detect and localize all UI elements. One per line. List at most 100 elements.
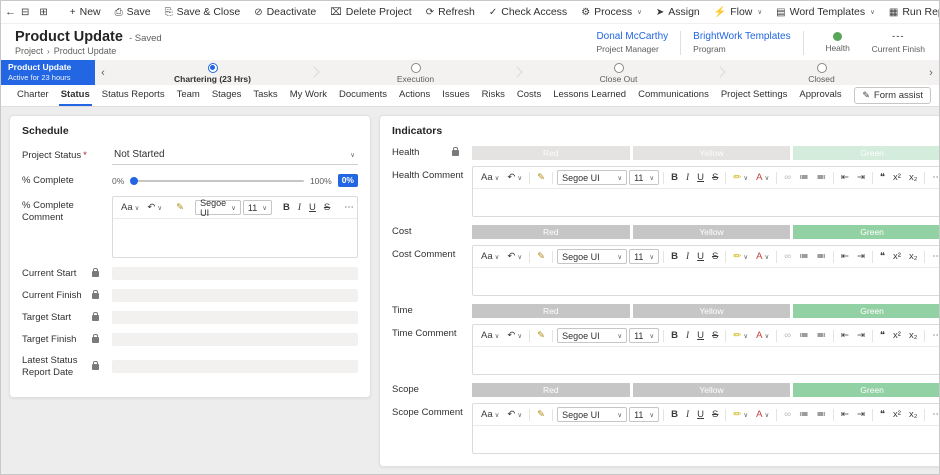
tab-status[interactable]: Status [58,85,92,106]
tab-status-reports[interactable]: Status Reports [100,85,167,106]
subscript-button[interactable]: x₂ [906,408,920,421]
undo-button[interactable]: ↶ ∨ [504,408,525,421]
font-color-button[interactable]: A ∨ [753,408,772,421]
numbered-list-button[interactable]: ≕ [813,171,829,184]
command-save-close[interactable]: ⎘ Save & Close [158,6,248,18]
text-style-button[interactable]: Aa ∨ [118,201,142,214]
bullet-list-button[interactable]: ≔ [796,408,812,421]
bold-button[interactable]: B [668,250,681,263]
command-process[interactable]: ⚙ Process ∨ [574,6,649,18]
text-style-button[interactable]: Aa ∨ [478,408,502,421]
segment-red[interactable]: Red [472,383,630,397]
tab-approvals[interactable]: Approvals [797,85,843,106]
subscript-button[interactable]: x₂ [906,250,920,263]
underline-button[interactable]: U [306,201,319,214]
format-painter-button[interactable]: ✎ [173,201,187,214]
font-size-select[interactable]: 11 ∨ [629,249,660,264]
segment-red[interactable]: Red [472,304,630,318]
command-run-report[interactable]: ▦Run Report∨ [882,6,939,18]
percent-complete-slider[interactable] [130,176,304,185]
bullet-list-button[interactable]: ≔ [796,329,812,342]
format-painter-button[interactable]: ✎ [534,329,548,342]
bpf-scroll-right[interactable]: › [923,60,939,85]
project-manager-block[interactable]: Donal McCarthy Project Manager [596,31,668,54]
font-size-select[interactable]: 11 ∨ [629,407,660,422]
underline-button[interactable]: U [694,171,707,184]
undo-button[interactable]: ↶ ∨ [504,250,525,263]
font-name-select[interactable]: Segoe UI ∨ [557,170,628,185]
font-color-button[interactable]: A ∨ [753,250,772,263]
tab-risks[interactable]: Risks [480,85,507,106]
more-button[interactable]: ⋯ [929,171,939,184]
tab-issues[interactable]: Issues [440,85,471,106]
highlight-button[interactable]: ✏ ∨ [730,250,751,263]
font-size-select[interactable]: 11 ∨ [242,200,272,215]
superscript-button[interactable]: x² [890,171,904,184]
bullet-list-button[interactable]: ≔ [796,171,812,184]
tab-my-work[interactable]: My Work [288,85,329,106]
link-button[interactable]: ∞ [781,329,794,342]
text-style-button[interactable]: Aa ∨ [478,171,502,184]
segment-green[interactable]: Green [793,304,939,318]
font-color-button[interactable]: A ∨ [753,329,772,342]
undo-button[interactable]: ↶ ∨ [144,201,165,214]
indent-button[interactable]: ⇥ [854,171,868,184]
font-name-select[interactable]: Segoe UI ∨ [557,249,628,264]
rich-text-area[interactable] [473,189,939,216]
command-flow[interactable]: ⚡ Flow ∨ [707,6,769,18]
segment-yellow[interactable]: Yellow [632,304,791,318]
tab-documents[interactable]: Documents [337,85,389,106]
command-check-access[interactable]: ✓ Check Access [482,6,574,18]
bpf-stage-chartering-23-hrs[interactable]: Chartering (23 Hrs) [111,60,314,85]
program-block[interactable]: BrightWork Templates Program [693,31,790,54]
strikethrough-button[interactable]: S [709,329,721,342]
format-painter-button[interactable]: ✎ [534,250,548,263]
italic-button[interactable]: I [683,251,692,263]
superscript-button[interactable]: x² [890,408,904,421]
bpf-stage-close-out[interactable]: Close Out [517,60,720,85]
bold-button[interactable]: B [668,408,681,421]
side-panel-icon[interactable]: ⊟ [16,7,34,18]
bullet-list-button[interactable]: ≔ [796,250,812,263]
person-name[interactable]: Donal McCarthy [596,31,668,44]
undo-button[interactable]: ↶ ∨ [504,329,525,342]
strikethrough-button[interactable]: S [709,250,721,263]
command-refresh[interactable]: ⟳ Refresh [419,6,482,18]
italic-button[interactable]: I [295,202,304,214]
numbered-list-button[interactable]: ≕ [813,250,829,263]
subscript-button[interactable]: x₂ [906,329,920,342]
superscript-button[interactable]: x² [890,329,904,342]
tab-communications[interactable]: Communications [636,85,711,106]
font-name-select[interactable]: Segoe UI ∨ [557,407,628,422]
link-button[interactable]: ∞ [781,250,794,263]
font-name-select[interactable]: Segoe UI ∨ [195,198,241,218]
command-deactivate[interactable]: ⊘ Deactivate [247,6,323,18]
segment-yellow[interactable]: Yellow [632,383,791,397]
format-painter-button[interactable]: ✎ [534,408,548,421]
command-assign[interactable]: ➤ Assign [649,6,707,18]
font-name-select[interactable]: Segoe UI ∨ [557,328,628,343]
tab-stages[interactable]: Stages [210,85,244,106]
segment-red[interactable]: Red [472,225,630,239]
font-size-select[interactable]: 11 ∨ [629,170,660,185]
undo-button[interactable]: ↶ ∨ [504,171,525,184]
indent-button[interactable]: ⇥ [854,408,868,421]
more-button[interactable]: ⋯ [929,250,939,263]
text-style-button[interactable]: Aa ∨ [478,329,502,342]
text-style-button[interactable]: Aa ∨ [478,250,502,263]
rich-text-area[interactable] [473,268,939,295]
bpf-scroll-left[interactable]: ‹ [95,60,111,85]
tab-actions[interactable]: Actions [397,85,432,106]
more-button[interactable]: ⋯ [341,201,357,214]
active-stage-box[interactable]: Product Update Active for 23 hours [1,60,95,85]
more-button[interactable]: ⋯ [929,408,939,421]
format-painter-button[interactable]: ✎ [534,171,548,184]
rich-text-area[interactable] [473,426,939,453]
rich-text-area[interactable] [113,219,357,257]
segment-green[interactable]: Green [793,225,939,239]
indent-button[interactable]: ⇥ [854,250,868,263]
quote-button[interactable]: ❝ [877,408,888,421]
bold-button[interactable]: B [668,171,681,184]
subscript-button[interactable]: x₂ [906,171,920,184]
bpf-stage-execution[interactable]: Execution [314,60,517,85]
